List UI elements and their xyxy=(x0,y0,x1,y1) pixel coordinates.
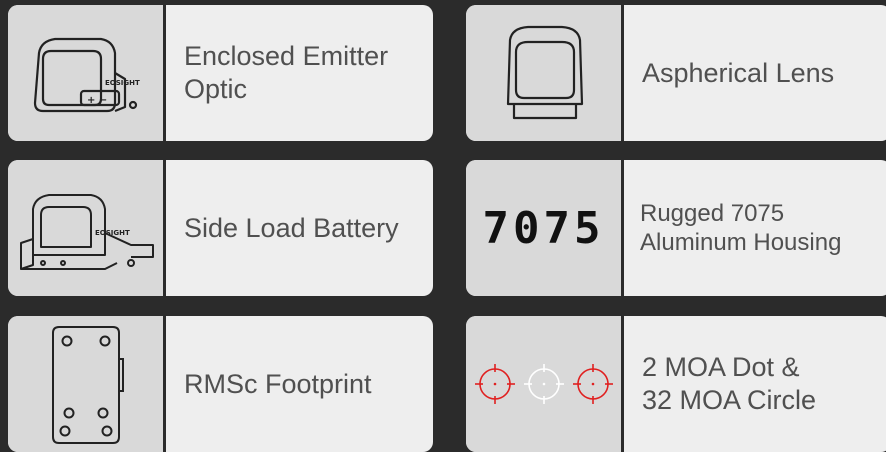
thumb-aspherical-lens xyxy=(466,5,624,141)
feature-card-side-load-battery: EOSIGHT Side Load Battery xyxy=(8,160,433,296)
thumb-enclosed-emitter: EOSIGHT + − xyxy=(8,5,166,141)
feature-label: Enclosed Emitter Optic xyxy=(184,41,389,104)
thumb-reticle xyxy=(466,316,624,452)
feature-card-aspherical-lens: Aspherical Lens xyxy=(466,5,886,141)
reticle-icon xyxy=(474,364,613,404)
aspherical-lens-icon xyxy=(506,25,583,120)
feature-card-rugged-housing: 7075 Rugged 7075 Aluminum Housing xyxy=(466,160,886,296)
feature-label: Side Load Battery xyxy=(184,212,399,243)
thumb-7075: 7075 xyxy=(466,160,624,296)
enclosed-optic-icon: EOSIGHT + − xyxy=(33,37,140,113)
svg-text:+ −: + − xyxy=(87,95,107,106)
7075-text-icon: 7075 xyxy=(482,202,605,254)
feature-label: Aspherical Lens xyxy=(642,57,835,88)
feature-card-enclosed-emitter: EOSIGHT + − Enclosed Emitter Optic xyxy=(8,5,433,141)
rmsc-footprint-icon xyxy=(51,326,124,444)
feature-label: 2 MOA Dot & 32 MOA Circle xyxy=(642,352,817,415)
feature-label: Rugged 7075 Aluminum Housing xyxy=(640,200,842,256)
svg-text:EOSIGHT: EOSIGHT xyxy=(95,229,130,237)
feature-card-rmsc-footprint: RMSc Footprint xyxy=(8,316,433,452)
thumb-side-load-battery: EOSIGHT xyxy=(8,160,166,296)
feature-label: RMSc Footprint xyxy=(184,368,372,399)
svg-text:EOSIGHT: EOSIGHT xyxy=(105,79,140,87)
feature-card-reticle: 2 MOA Dot & 32 MOA Circle xyxy=(466,316,886,452)
thumb-rmsc-footprint xyxy=(8,316,166,452)
side-load-battery-icon: EOSIGHT xyxy=(20,194,154,270)
